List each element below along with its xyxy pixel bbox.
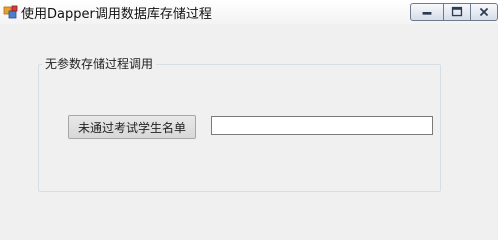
close-button[interactable] xyxy=(470,3,498,21)
result-textbox[interactable] xyxy=(211,116,433,135)
close-icon xyxy=(479,7,489,17)
title-bar[interactable]: 使用Dapper调用数据库存储过程 xyxy=(0,0,498,24)
app-icon xyxy=(3,4,19,20)
group-box-legend: 无参数存储过程调用 xyxy=(42,55,157,72)
maximize-button[interactable] xyxy=(443,3,471,21)
maximize-icon xyxy=(451,6,463,17)
app-window: 使用Dapper调用数据库存储过程 无参数存储过程调用 未通过考试学生名单 xyxy=(0,0,498,213)
minimize-button[interactable] xyxy=(410,3,444,21)
window-title: 使用Dapper调用数据库存储过程 xyxy=(21,7,212,22)
minimize-icon xyxy=(422,12,432,15)
failed-students-button[interactable]: 未通过考试学生名单 xyxy=(68,115,196,139)
